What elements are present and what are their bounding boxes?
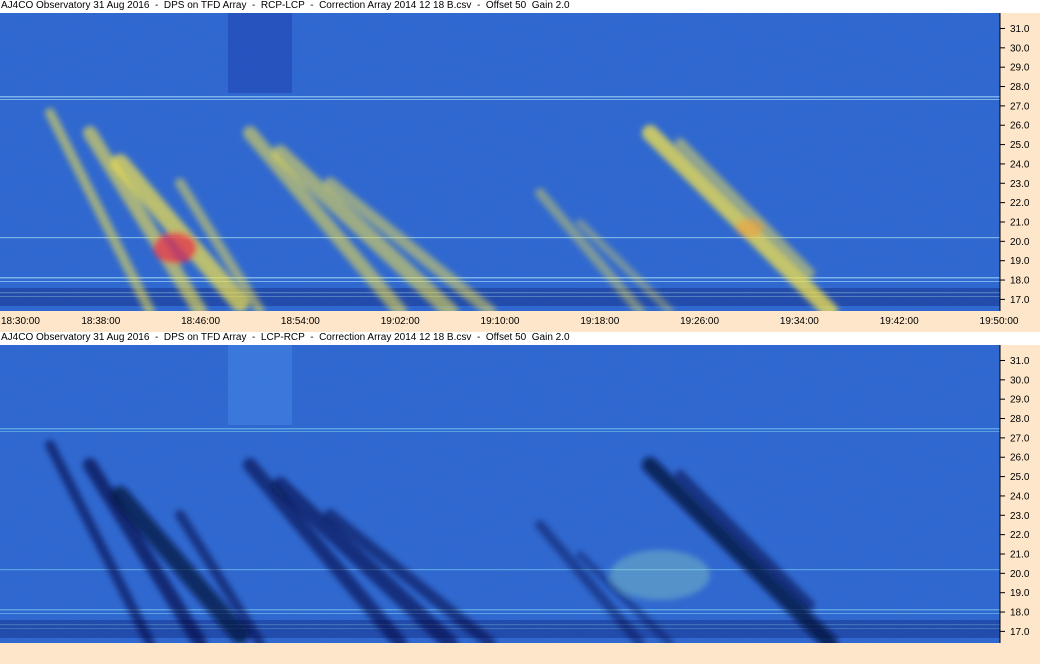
interference-line — [0, 431, 1000, 432]
x-tick-label: 18:30:00 — [1, 316, 40, 327]
y-tick-label: 29.0 — [1010, 63, 1030, 74]
y-tick-label: 31.0 — [1010, 356, 1030, 367]
y-tick-label: 24.0 — [1010, 491, 1030, 502]
y-tick-label: 19.0 — [1010, 256, 1030, 267]
y-tick-label: 26.0 — [1010, 121, 1030, 132]
y-tick-label: 20.0 — [1010, 569, 1030, 580]
interference-line — [0, 281, 1000, 282]
emission-peak — [736, 219, 764, 237]
y-tick-label: 29.0 — [1010, 395, 1030, 406]
y-tick-label: 18.0 — [1010, 276, 1030, 287]
x-tick-label: 19:26:00 — [680, 316, 720, 327]
spectrogram-plot: 31.0 30.0 29.0 28.0 27.0 26.0 25.0 24.0 23.0 22.0… — [0, 13, 1040, 311]
calibration-block — [228, 345, 292, 425]
noise-texture — [0, 345, 1000, 643]
y-tick-label: 22.0 — [1010, 530, 1030, 541]
y-tick-label: 19.0 — [1010, 588, 1030, 599]
x-tick-label: 19:50:00 — [979, 316, 1019, 327]
spectrogram-plot: 31.0 30.0 29.0 28.0 27.0 26.0 25.0 24.0 23.0 22.0… — [0, 345, 1040, 643]
panel-title: AJ4CO Observatory 31 Aug 2016 - DPS on T… — [1, 332, 570, 343]
y-tick-label: 24.0 — [1010, 159, 1030, 170]
x-axis — [0, 643, 1040, 664]
interference-line — [0, 428, 1000, 430]
y-tick-label: 28.0 — [1010, 414, 1030, 425]
noise-texture — [0, 13, 1000, 311]
y-tick-label: 23.0 — [1010, 179, 1030, 190]
interference-line — [0, 99, 1000, 100]
y-tick-label: 27.0 — [1010, 101, 1030, 112]
y-tick-label: 25.0 — [1010, 140, 1030, 151]
interference-line — [0, 277, 1000, 279]
y-tick-label: 21.0 — [1010, 217, 1030, 228]
y-tick-label: 27.0 — [1010, 433, 1030, 444]
y-tick-label: 23.0 — [1010, 511, 1030, 522]
y-tick-label: 17.0 — [1010, 295, 1030, 306]
emission-peak — [610, 550, 710, 600]
y-tick-label: 22.0 — [1010, 198, 1030, 209]
x-tick-label: 19:18:00 — [580, 316, 620, 327]
x-tick-label: 19:10:00 — [480, 316, 520, 327]
interference-line — [0, 96, 1000, 98]
y-tick-label: 17.0 — [1010, 627, 1030, 638]
y-tick-label: 30.0 — [1010, 43, 1030, 54]
y-tick-label: 26.0 — [1010, 453, 1030, 464]
x-tick-label: 19:34:00 — [779, 316, 819, 327]
y-tick-label: 30.0 — [1010, 375, 1030, 386]
spectrogram-panel-lcp-rcp: AJ4CO Observatory 31 Aug 2016 - DPS on T… — [0, 332, 1040, 664]
emission-peak — [153, 232, 197, 264]
x-tick-label: 19:42:00 — [879, 316, 919, 327]
x-tick-label: 18:54:00 — [280, 316, 320, 327]
y-tick-label: 31.0 — [1010, 24, 1030, 35]
y-tick-label: 25.0 — [1010, 472, 1030, 483]
y-tick-label: 20.0 — [1010, 237, 1030, 248]
interference-line — [0, 609, 1000, 611]
calibration-block — [228, 13, 292, 93]
y-tick-label: 21.0 — [1010, 549, 1030, 560]
y-tick-label: 18.0 — [1010, 608, 1030, 619]
x-tick-label: 18:38:00 — [81, 316, 121, 327]
interference-line — [0, 613, 1000, 614]
x-tick-label: 19:02:00 — [380, 316, 420, 327]
panel-title: AJ4CO Observatory 31 Aug 2016 - DPS on T… — [1, 0, 570, 11]
spectrogram-panel-rcp-lcp: AJ4CO Observatory 31 Aug 2016 - DPS on T… — [0, 0, 1040, 332]
y-tick-label: 28.0 — [1010, 82, 1030, 93]
x-tick-label: 18:46:00 — [181, 316, 221, 327]
